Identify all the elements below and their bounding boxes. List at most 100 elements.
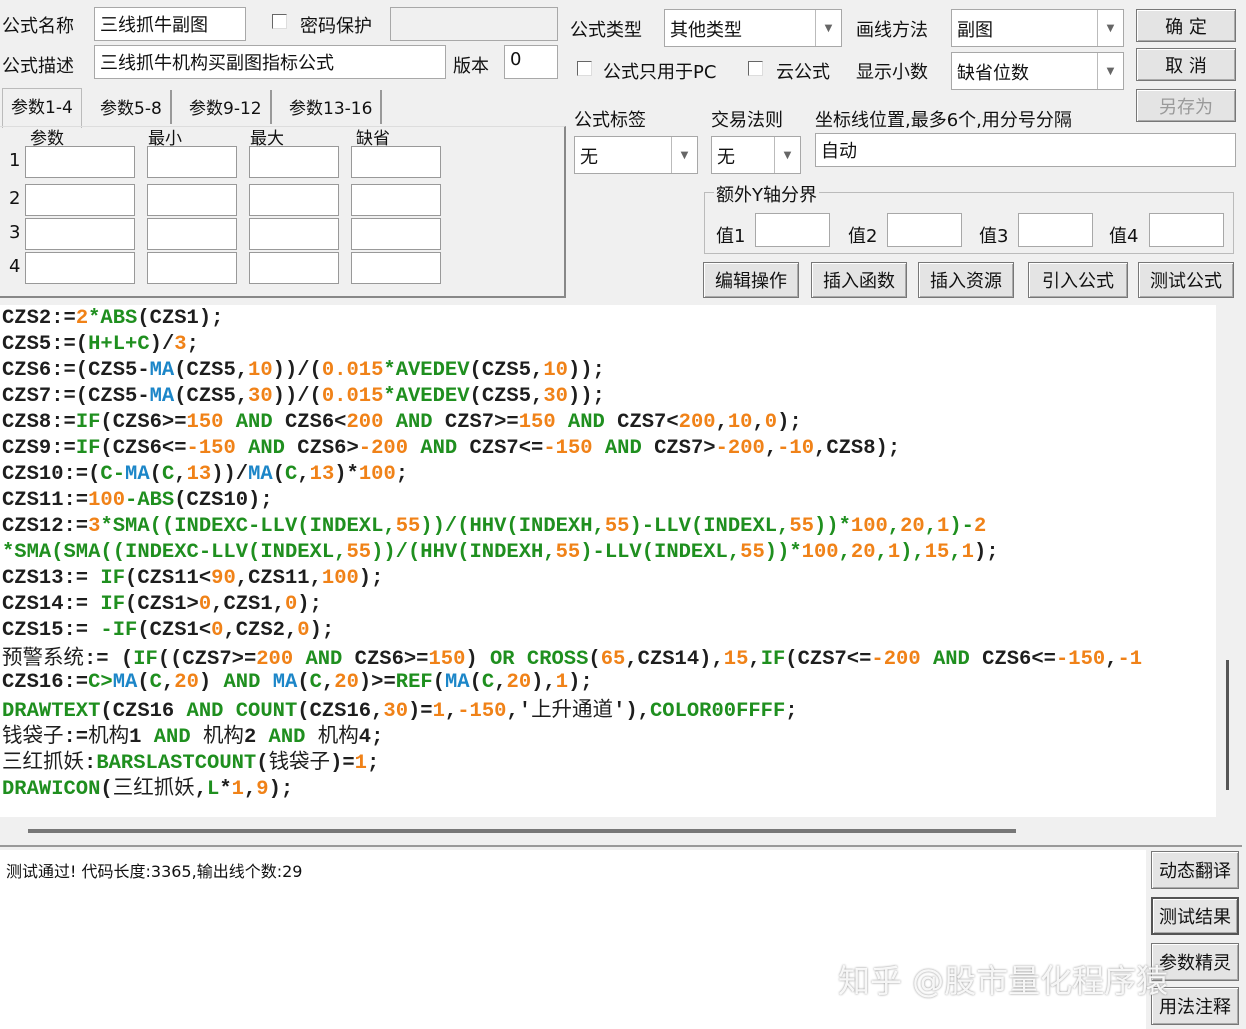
cloud-checkbox[interactable]	[748, 61, 763, 76]
param-name-input[interactable]	[25, 184, 135, 216]
code-token: );	[309, 619, 335, 642]
test-formula-button[interactable]: 测试公式	[1138, 262, 1234, 298]
code-token: ));	[567, 385, 605, 408]
test-result-button[interactable]: 测试结果	[1151, 897, 1239, 935]
tag-select[interactable]: 无 ▼	[574, 136, 698, 174]
vertical-scroll-thumb[interactable]	[1226, 660, 1229, 790]
param-default-input[interactable]	[351, 218, 441, 250]
param-max-input[interactable]	[249, 252, 339, 284]
horizontal-scrollbar[interactable]	[0, 817, 1242, 847]
param-max-input[interactable]	[249, 218, 339, 250]
pc-only-checkbox[interactable]	[577, 61, 592, 76]
password-checkbox[interactable]	[272, 14, 287, 29]
code-token: (CZS11<	[125, 567, 212, 590]
import-formula-button[interactable]: 引入公式	[1028, 262, 1128, 298]
param-min-input[interactable]	[147, 218, 237, 250]
code-line: CZS6:=(CZS5-MA(CZS5,10))/(0.015*AVEDEV(C…	[0, 358, 1216, 384]
code-token: -150	[457, 700, 507, 723]
param-max-input[interactable]	[249, 146, 339, 178]
param-name-input[interactable]	[25, 252, 135, 284]
desc-input[interactable]: 三线抓牛机构买副图指标公式	[94, 45, 446, 79]
cancel-button[interactable]: 取 消	[1136, 48, 1236, 81]
dynamic-translate-button[interactable]: 动态翻译	[1151, 851, 1239, 889]
code-token: 0	[297, 619, 310, 642]
param-max-input[interactable]	[249, 184, 339, 216]
param-default-input[interactable]	[351, 252, 441, 284]
chevron-down-icon: ▼	[815, 10, 841, 46]
param-name-input[interactable]	[25, 218, 135, 250]
ok-button[interactable]: 确 定	[1136, 9, 1236, 42]
code-token: 100	[801, 541, 839, 564]
code-editor[interactable]: CZS2:=2*ABS(CZS1); CZS5:=(H+L+C)/3; CZS6:=…	[0, 305, 1216, 817]
tab-params-13-16[interactable]: 参数13-16	[281, 90, 383, 124]
edit-button[interactable]: 编辑操作	[703, 262, 799, 298]
password-input[interactable]	[390, 7, 558, 41]
code-token: ;	[395, 463, 409, 486]
tab-params-9-12[interactable]: 参数9-12	[181, 90, 272, 124]
draw-select[interactable]: 副图 ▼	[951, 9, 1124, 47]
code-token: 150	[186, 411, 224, 434]
code-token: 0	[198, 593, 212, 616]
insert-resource-button[interactable]: 插入资源	[918, 262, 1014, 298]
code-token: DRAWTEXT	[2, 700, 101, 723]
code-token: *ABS	[88, 307, 138, 330]
code-token: 13	[309, 463, 335, 486]
code-token: 0.015	[321, 359, 384, 382]
decimals-select[interactable]: 缺省位数 ▼	[951, 52, 1124, 90]
code-token: 机构	[202, 723, 244, 747]
code-token: BARSLASTCOUNT	[96, 752, 257, 775]
code-line: 预警系统:= (IF((CZS7>=200 AND CZS6>=150) OR …	[0, 644, 1216, 671]
code-line: CZS5:=(H+L+C)/3;	[0, 332, 1216, 358]
code-token: MA	[149, 385, 175, 408]
code-token: ,	[174, 463, 187, 486]
horizontal-scroll-thumb[interactable]	[28, 829, 1016, 833]
code-token: (CZS7<=	[785, 648, 872, 671]
axis-input[interactable]: 自动	[815, 133, 1236, 167]
param-min-input[interactable]	[147, 252, 237, 284]
tab-params-1-4[interactable]: 参数1-4	[2, 88, 82, 128]
param-default-input[interactable]	[351, 146, 441, 178]
code-token: ))/(HHV(INDEXH,	[371, 541, 556, 564]
code-token: CZS7:=(CZS5-	[2, 385, 150, 408]
code-token: ,	[875, 541, 888, 564]
code-token: (	[149, 463, 162, 486]
code-token: ,CZS1,	[211, 593, 285, 616]
code-line: DRAWICON(三红抓妖,L*1,9);	[0, 774, 1216, 801]
code-token: CZS6:=(CZS5-	[2, 359, 150, 382]
trade-select[interactable]: 无 ▼	[711, 136, 801, 174]
code-token: AND COUNT	[186, 700, 298, 723]
code-token: );	[297, 593, 322, 616]
code-token: 15	[924, 541, 950, 564]
param-name-input[interactable]	[25, 146, 135, 178]
code-token: := (	[84, 648, 134, 671]
vertical-scrollbar[interactable]	[1216, 305, 1242, 817]
param-min-input[interactable]	[147, 184, 237, 216]
code-token: CZS7>	[654, 437, 716, 460]
save-as-button[interactable]: 另存为	[1136, 89, 1236, 122]
code-token: AND	[223, 411, 285, 434]
code-token: *AVEDEV	[383, 359, 470, 382]
code-token: 钱袋子	[2, 723, 64, 747]
y4-input[interactable]	[1149, 213, 1224, 247]
code-token: 1	[937, 515, 950, 538]
code-token: (CZS10);	[174, 489, 273, 512]
y3-input[interactable]	[1018, 213, 1093, 247]
code-token: )=	[330, 752, 355, 775]
param-default-input[interactable]	[351, 184, 441, 216]
y1-input[interactable]	[755, 213, 830, 247]
insert-function-button[interactable]: 插入函数	[811, 262, 907, 298]
code-token: 9	[256, 778, 269, 801]
type-select[interactable]: 其他类型 ▼	[664, 9, 842, 47]
code-token: 55	[395, 515, 421, 538]
name-input[interactable]: 三线抓牛副图	[94, 7, 246, 41]
version-input[interactable]: 0	[504, 45, 558, 79]
code-token: )>=	[358, 671, 396, 694]
code-token: 上升通道	[531, 697, 614, 721]
tab-params-5-8[interactable]: 参数5-8	[92, 90, 172, 124]
code-token: 13	[186, 463, 212, 486]
code-token: (CZS5,	[469, 359, 544, 382]
trade-value: 无	[717, 147, 735, 168]
code-token: 15	[723, 648, 749, 671]
param-min-input[interactable]	[147, 146, 237, 178]
y2-input[interactable]	[887, 213, 962, 247]
